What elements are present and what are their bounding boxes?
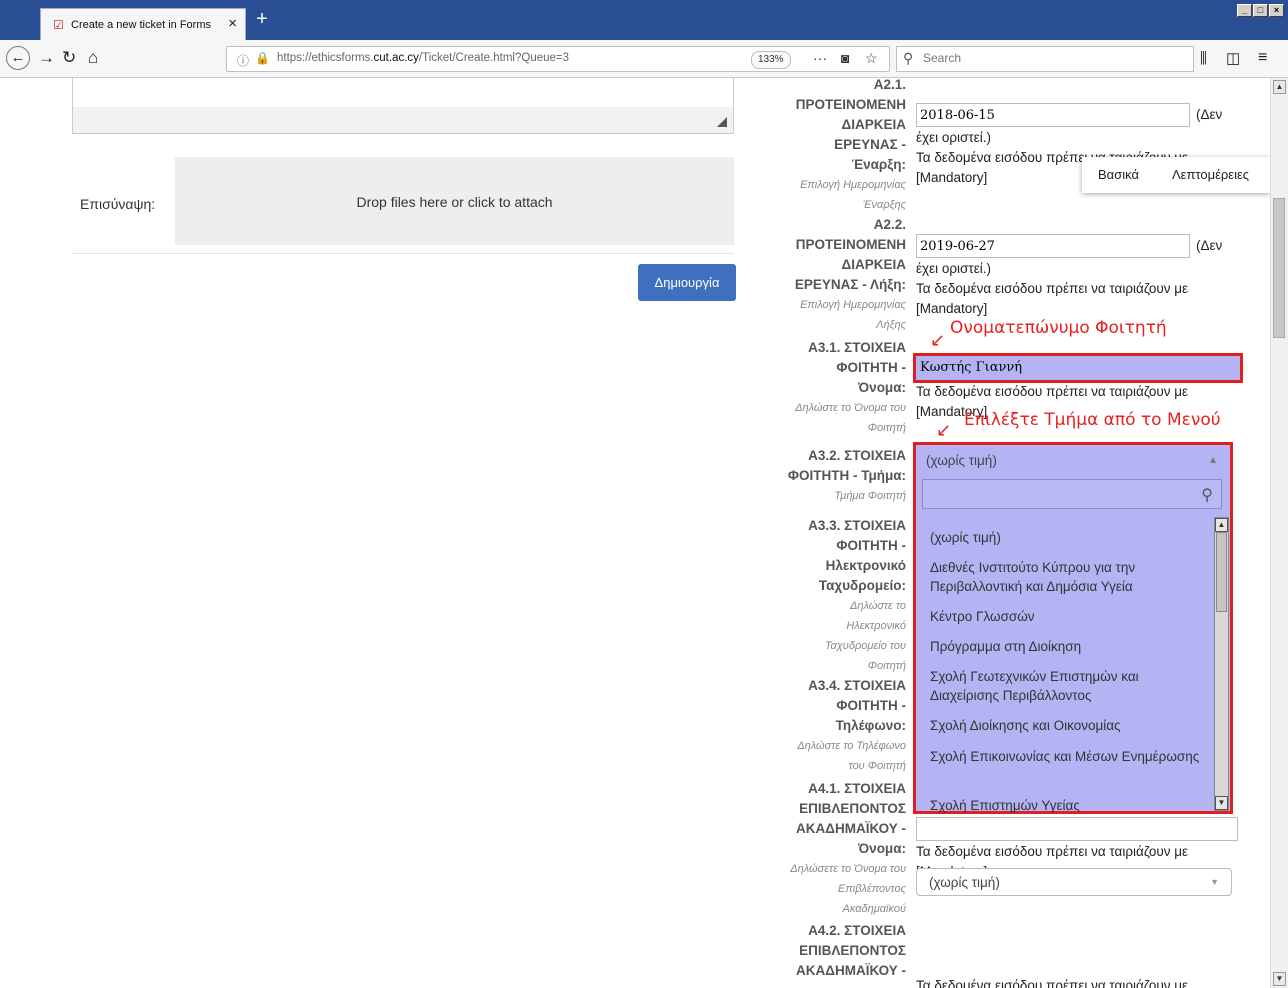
field-label-a31: Α3.1. ΣΤΟΙΧΕΙΑ ΦΟΙΤΗΤΗ - Όνομα: Δηλώστε … <box>795 340 906 434</box>
annotation-student-name: Ονοματεπώνυμο Φοιτητή <box>950 318 1167 338</box>
attachment-label: Επισύναψη: <box>80 196 156 212</box>
home-icon[interactable]: ⌂ <box>88 48 98 68</box>
view-mode-popup: Βασικά Λεπτομέρειες <box>1082 157 1270 193</box>
dropdown-option[interactable]: Σχολή Διοίκησης και Οικονομίας <box>930 716 1200 735</box>
dropdown-option[interactable]: Σχολή Επιστημών Υγείας <box>930 796 1200 815</box>
scroll-up-arrow-icon[interactable]: ▲ <box>1215 518 1228 532</box>
search-icon: ⚲ <box>1201 487 1213 504</box>
dropdown-option[interactable]: (χωρίς τιμή) <box>930 528 1200 547</box>
dropdown-scrollbar[interactable]: ▲ ▼ <box>1214 517 1229 811</box>
url-bar[interactable]: ⓘ 🔒 https://ethicsforms.cut.ac.cy/Ticket… <box>226 46 890 72</box>
annotation-arrow-icon: ↙ <box>936 420 952 440</box>
browser-tab[interactable]: ☑ Create a new ticket in Forms × <box>40 8 246 40</box>
field-label-a22: Α2.2. ΠΡΟΤΕΙΝΟΜΕΝΗ ΔΙΑΡΚΕΙΑ ΕΡΕΥΝΑΣ - Λή… <box>794 217 906 331</box>
page-actions-icon[interactable]: ··· <box>813 50 827 66</box>
a21-note-suffix: (Δεν <box>1196 107 1223 122</box>
annotation-choose-department: Επιλέξτε Τμήμα από το Μενού <box>964 410 1221 430</box>
annotation-arrow-icon: ↙ <box>930 330 946 350</box>
browser-search-box[interactable]: ⚲ <box>896 46 1194 72</box>
back-arrow-icon[interactable]: ← <box>6 46 30 70</box>
dropdown-option[interactable]: Κέντρο Γλωσσών <box>930 607 1200 626</box>
basic-view-link[interactable]: Βασικά <box>1098 167 1139 182</box>
scroll-down-arrow-icon[interactable]: ▼ <box>1215 796 1228 810</box>
info-icon[interactable]: ⓘ <box>237 52 249 69</box>
student-name-value: Κωστής Γιαννή <box>920 360 1023 375</box>
textarea-toolbar <box>73 107 733 133</box>
dropdown-selected-value[interactable]: (χωρίς τιμή) <box>926 453 997 468</box>
dropdown-search-input[interactable]: ⚲ <box>922 479 1222 509</box>
department-dropdown[interactable]: (χωρίς τιμή) ▲ ⚲ (χωρίς τιμή) Διεθνές Ιν… <box>913 442 1233 814</box>
divider <box>72 253 734 254</box>
new-tab-button[interactable]: + <box>252 8 272 32</box>
chevron-down-icon: ▼ <box>1210 877 1219 887</box>
field-label-a41: Α4.1. ΣΤΟΙΧΕΙΑ ΕΠΙΒΛΕΠΟΝΤΟΣ ΑΚΑΔΗΜΑΪΚΟΥ … <box>790 781 906 915</box>
a22-end-date-input[interactable] <box>916 234 1190 258</box>
close-window-button[interactable]: × <box>1269 4 1284 17</box>
page-content: Επισύναψη: Drop files here or click to a… <box>0 78 1270 988</box>
a42-validation-note: Τα δεδομένα εισόδου πρέπει να ταιριάζουν… <box>916 978 1189 988</box>
page-scroll-thumb[interactable] <box>1273 198 1285 338</box>
supervisor-name-input[interactable] <box>916 817 1238 841</box>
field-label-a21: Α2.1. ΠΡΟΤΕΙΝΟΜΕΝΗ ΔΙΑΡΚΕΙΑ ΕΡΕΥΝΑΣ - Έν… <box>795 78 906 211</box>
lock-icon[interactable]: 🔒 <box>255 51 270 65</box>
sidebar-icon[interactable]: ◫ <box>1226 49 1240 69</box>
a22-validation-note: έχει οριστεί.) Τα δεδομένα εισόδου πρέπε… <box>916 261 1189 316</box>
maximize-button[interactable]: □ <box>1253 4 1268 17</box>
zoom-level-badge[interactable]: 133% <box>751 51 791 69</box>
tab-title: Create a new ticket in Forms <box>71 19 211 31</box>
field-label-a34: Α3.4. ΣΤΟΙΧΕΙΑ ΦΟΙΤΗΤΗ - Τηλέφωνο: Δηλώσ… <box>797 678 906 772</box>
pocket-icon[interactable]: ◙ <box>841 50 849 66</box>
field-label-a42: Α4.2. ΣΤΟΙΧΕΙΑ ΕΠΙΒΛΕΠΟΝΤΟΣ ΑΚΑΔΗΜΑΪΚΟΥ … <box>796 923 906 978</box>
a22-note-suffix: (Δεν <box>1196 238 1223 253</box>
tab-close-icon[interactable]: × <box>228 15 237 32</box>
browser-search-input[interactable] <box>921 50 1185 66</box>
dropzone-text: Drop files here or click to attach <box>356 194 553 210</box>
chevron-up-icon[interactable]: ▲ <box>1208 455 1218 466</box>
field-label-a32: Α3.2. ΣΤΟΙΧΕΙΑ ΦΟΙΤΗΤΗ - Τμήμα: Τμήμα Φο… <box>787 448 906 502</box>
student-name-input[interactable]: Κωστής Γιαννή <box>913 353 1243 383</box>
details-view-link[interactable]: Λεπτομέρειες <box>1172 167 1249 182</box>
page-scrollbar[interactable]: ▲ ▼ <box>1270 78 1288 988</box>
dropdown-scroll-thumb[interactable] <box>1216 532 1227 612</box>
content-textarea[interactable] <box>72 78 734 134</box>
reload-icon[interactable]: ↻ <box>62 48 76 68</box>
supervisor-department-select[interactable]: (χωρίς τιμή) ▼ <box>916 868 1232 896</box>
field-label-a33: Α3.3. ΣΤΟΙΧΕΙΑ ΦΟΙΤΗΤΗ - Ηλεκτρονικό Ταχ… <box>808 518 906 672</box>
dropdown-option[interactable]: Σχολή Γεωτεχνικών Επιστημών και Διαχείρι… <box>930 667 1200 705</box>
search-icon: ⚲ <box>903 50 914 66</box>
checkmark-favicon-icon: ☑ <box>53 18 64 32</box>
dropdown-option[interactable]: Πρόγραμμα στη Διοίκηση <box>930 637 1200 656</box>
forward-arrow-icon[interactable]: → <box>38 48 55 68</box>
scroll-up-arrow-icon[interactable]: ▲ <box>1273 80 1286 94</box>
a21-start-date-input[interactable] <box>916 103 1190 127</box>
dropdown-options-list: (χωρίς τιμή) Διεθνές Ινστιτούτο Κύπρου γ… <box>916 515 1214 815</box>
dropdown-option[interactable]: Σχολή Επικοινωνίας και Μέσων Ενημέρωσης <box>930 747 1200 766</box>
url-text[interactable]: https://ethicsforms.cut.ac.cy/Ticket/Cre… <box>277 52 569 64</box>
bookmark-star-icon[interactable]: ☆ <box>865 50 878 67</box>
browser-titlebar: ☑ Create a new ticket in Forms × + _ □ × <box>0 0 1288 40</box>
hamburger-menu-icon[interactable]: ≡ <box>1258 48 1267 68</box>
browser-navbar: ← → ↻ ⌂ ⓘ 🔒 https://ethicsforms.cut.ac.c… <box>0 40 1288 78</box>
window-controls: _ □ × <box>1237 4 1284 17</box>
scroll-down-arrow-icon[interactable]: ▼ <box>1273 972 1286 986</box>
library-icon[interactable]: ⫼ <box>1200 49 1207 69</box>
attachment-dropzone[interactable]: Drop files here or click to attach <box>175 157 734 245</box>
minimize-button[interactable]: _ <box>1237 4 1252 17</box>
dropdown-option[interactable]: Διεθνές Ινστιτούτο Κύπρου για την Περιβα… <box>930 558 1200 596</box>
